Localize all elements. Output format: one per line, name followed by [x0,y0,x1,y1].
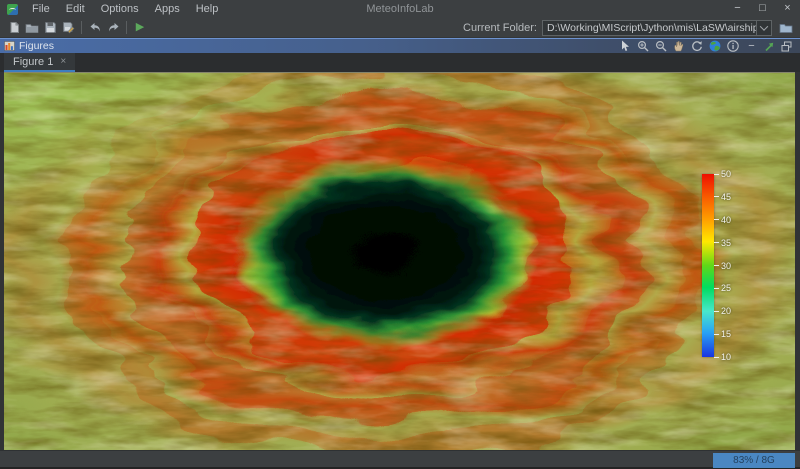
chevron-down-icon [760,22,768,30]
window-title: MeteoInfoLab [366,3,433,15]
menu-options[interactable]: Options [93,0,147,18]
colorbar-tick: 35 [714,238,731,248]
browse-folder-button[interactable] [777,19,795,36]
redo-button[interactable] [104,19,122,36]
new-file-icon [8,21,21,34]
figure-canvas[interactable]: 50 45 40 35 30 25 20 15 10 [4,72,795,450]
menu-help[interactable]: Help [188,0,227,18]
run-script-button[interactable]: ▶ [131,19,149,36]
tab-label: Figure 1 [13,56,53,68]
current-folder-bar: Current Folder: D:\Working\MIScript\Jyth… [463,19,795,36]
colorbar: 50 45 40 35 30 25 20 15 10 [702,168,754,364]
colorbar-tick: 40 [714,215,731,225]
save-button[interactable] [41,19,59,36]
figures-panel-icon [4,41,15,51]
main-toolbar: ▶ Current Folder: D:\Working\MIScript\Jy… [0,18,800,38]
colorbar-tick: 45 [714,192,731,202]
redo-icon [107,22,120,34]
colorbar-tick-label: 25 [721,283,731,293]
reflectivity-field [4,73,795,450]
menu-apps[interactable]: Apps [147,0,188,18]
zoom-out-icon[interactable] [655,40,667,52]
memory-indicator[interactable]: 83% / 8G [713,453,795,468]
colorbar-tick: 10 [714,352,731,362]
colorbar-gradient [702,174,714,357]
figure-container: 50 45 40 35 30 25 20 15 10 [0,72,800,450]
close-button[interactable]: × [775,0,800,18]
current-folder-combobox[interactable]: D:\Working\MIScript\Jython\mis\LaSW\airs… [542,20,772,36]
statusbar: 83% / 8G [0,450,800,469]
save-as-button[interactable] [59,19,77,36]
colorbar-tick-label: 20 [721,306,731,316]
rotate-icon[interactable] [691,40,703,52]
undo-button[interactable] [86,19,104,36]
float-window-icon[interactable] [781,41,792,52]
colorbar-tick-label: 30 [721,261,731,271]
colorbar-tick-label: 15 [721,329,731,339]
colorbar-tick: 30 [714,261,731,271]
pointer-select-icon[interactable] [620,40,631,52]
colorbar-tick: 25 [714,283,731,293]
colorbar-tick-label: 40 [721,215,731,225]
colorbar-tick: 15 [714,329,731,339]
colorbar-tick-label: 45 [721,192,731,202]
minimize-button[interactable]: − [725,0,750,18]
current-folder-label: Current Folder: [463,22,537,34]
tab-close-icon[interactable]: × [60,57,66,67]
figures-panel-header[interactable]: Figures − [0,38,800,53]
save-icon [44,21,57,34]
titlebar: File Edit Options Apps Help MeteoInfoLab… [0,0,800,18]
globe-icon[interactable] [709,40,721,52]
info-icon[interactable] [727,40,739,52]
panel-minimize-icon[interactable]: − [745,40,758,53]
app-logo-icon [7,4,18,15]
colorbar-tick: 50 [714,169,731,179]
open-folder-icon [25,21,39,34]
toolbar-separator [81,21,82,34]
zoom-in-icon[interactable] [637,40,649,52]
tab-figure-1[interactable]: Figure 1 × [4,53,75,72]
figure-tools: − [620,40,796,53]
folder-icon [779,22,793,34]
window-controls: − □ × [725,0,800,18]
combobox-dropdown-button[interactable] [756,21,771,35]
open-file-button[interactable] [23,19,41,36]
run-icon: ▶ [136,19,144,36]
maximize-button[interactable]: □ [750,0,775,18]
current-folder-value: D:\Working\MIScript\Jython\mis\LaSW\airs… [543,22,756,34]
colorbar-tick-label: 10 [721,352,731,362]
app-window: File Edit Options Apps Help MeteoInfoLab… [0,0,800,469]
menu-edit[interactable]: Edit [58,0,93,18]
toolbar-separator [126,21,127,34]
figure-tab-bar: Figure 1 × [0,53,800,72]
colorbar-tick-label: 50 [721,169,731,179]
colorbar-tick-label: 35 [721,238,731,248]
colorbar-tick: 20 [714,306,731,316]
undo-icon [89,22,102,34]
menu-file[interactable]: File [24,0,58,18]
pan-hand-icon[interactable] [673,40,685,52]
new-file-button[interactable] [5,19,23,36]
undock-arrow-icon[interactable] [764,41,775,52]
save-as-icon [62,21,75,34]
figures-panel-title: Figures [19,40,54,52]
typhoon-reflectivity-plot [4,73,795,450]
typhoon-eye [233,157,537,348]
